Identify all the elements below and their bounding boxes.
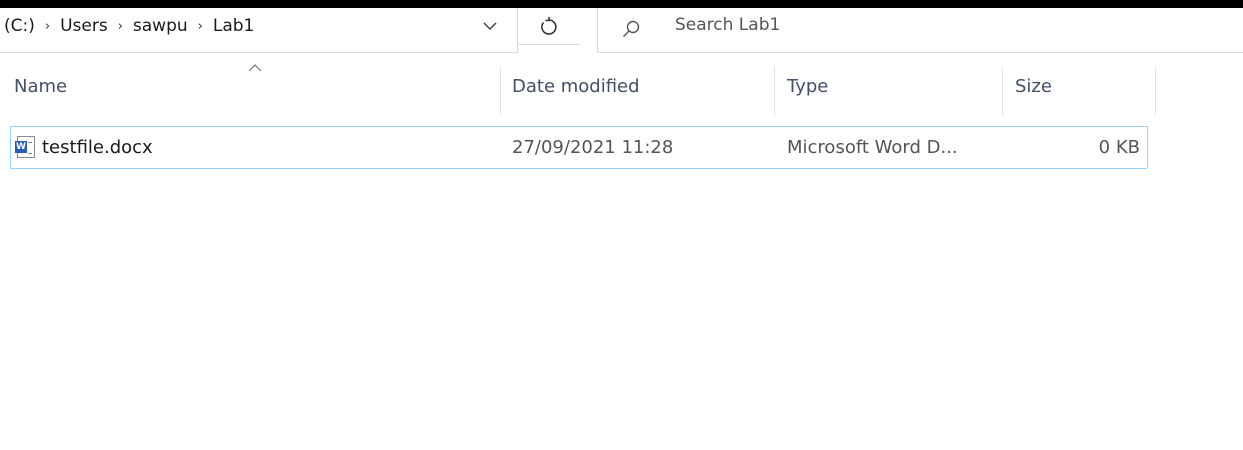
breadcrumb-lab1[interactable]: Lab1 bbox=[209, 16, 259, 36]
column-divider[interactable] bbox=[774, 66, 775, 116]
title-strip bbox=[0, 0, 1243, 8]
search-placeholder: Search Lab1 bbox=[675, 15, 781, 35]
file-date-modified: 27/09/2021 11:28 bbox=[512, 137, 674, 158]
word-document-icon: W bbox=[15, 136, 35, 158]
column-header-type[interactable]: Type bbox=[787, 76, 828, 97]
chevron-down-icon bbox=[483, 21, 497, 30]
file-size: 0 KB bbox=[1098, 137, 1140, 158]
search-input[interactable]: Search Lab1 bbox=[597, 8, 1243, 53]
address-bar[interactable]: (C:) › Users › sawpu › Lab1 bbox=[0, 8, 518, 53]
toolbar-gap bbox=[580, 8, 596, 52]
address-history-button[interactable] bbox=[470, 8, 510, 44]
breadcrumb: (C:) › Users › sawpu › Lab1 bbox=[0, 8, 258, 44]
refresh-icon bbox=[541, 17, 557, 35]
word-document-icon-letter: W bbox=[15, 141, 27, 153]
column-header-size[interactable]: Size bbox=[1015, 76, 1052, 97]
breadcrumb-drive[interactable]: (C:) bbox=[0, 16, 39, 36]
table-row[interactable]: W testfile.docx 27/09/2021 11:28 Microso… bbox=[10, 126, 1148, 169]
empty-area bbox=[1147, 168, 1243, 450]
breadcrumb-separator-icon[interactable]: › bbox=[192, 19, 209, 34]
column-divider[interactable] bbox=[1002, 66, 1003, 116]
file-type: Microsoft Word D... bbox=[787, 137, 958, 158]
column-header-name[interactable]: Name bbox=[14, 76, 67, 97]
column-divider[interactable] bbox=[500, 66, 501, 116]
breadcrumb-separator-icon[interactable]: › bbox=[39, 19, 56, 34]
file-explorer-window: (C:) › Users › sawpu › Lab1 Search Lab1 bbox=[0, 0, 1243, 450]
sort-ascending-icon bbox=[248, 64, 262, 72]
column-divider[interactable] bbox=[1155, 66, 1156, 116]
breadcrumb-sawpu[interactable]: sawpu bbox=[129, 16, 192, 36]
column-header-date-modified[interactable]: Date modified bbox=[512, 76, 640, 97]
breadcrumb-separator-icon[interactable]: › bbox=[112, 19, 129, 34]
file-name[interactable]: testfile.docx bbox=[42, 137, 153, 158]
refresh-button[interactable] bbox=[518, 8, 580, 45]
breadcrumb-users[interactable]: Users bbox=[56, 16, 112, 36]
search-icon bbox=[623, 20, 640, 37]
column-headers: Name Date modified Type Size bbox=[0, 52, 1243, 120]
